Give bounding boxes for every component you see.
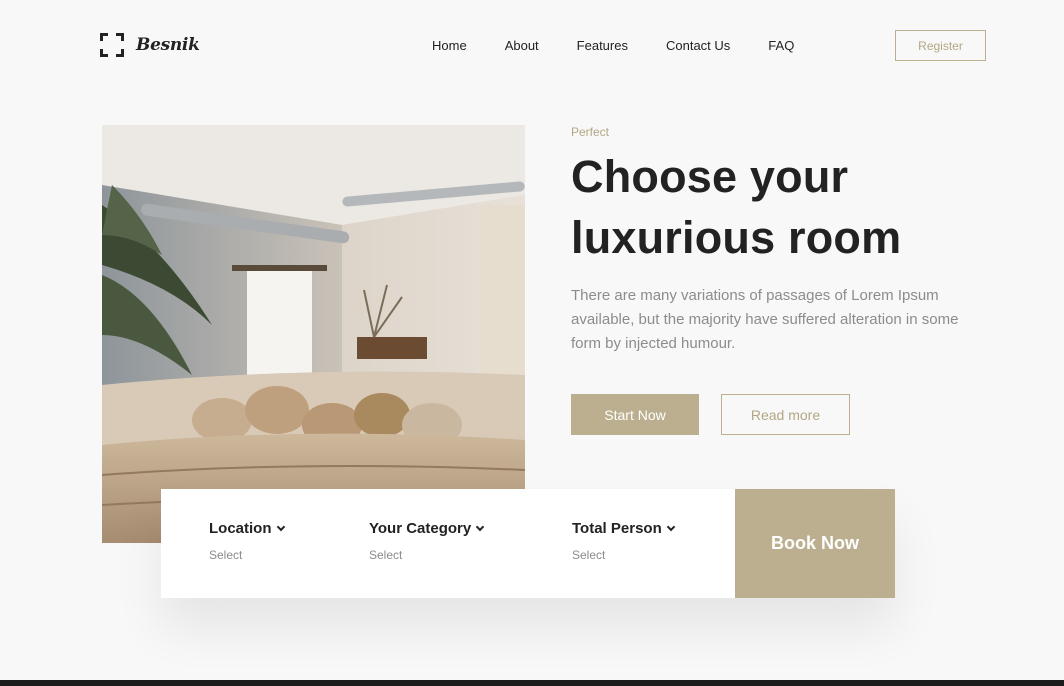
read-more-button[interactable]: Read more	[721, 394, 850, 435]
chevron-down-icon	[666, 522, 675, 532]
nav-about[interactable]: About	[505, 38, 539, 54]
hero-description: There are many variations of passages of…	[571, 287, 959, 352]
start-now-button[interactable]: Start Now	[571, 394, 699, 435]
main-nav: Home About Features Contact Us FAQ	[432, 38, 794, 54]
nav-faq[interactable]: FAQ	[768, 38, 794, 54]
hero-headline: Choose your luxurious room	[571, 151, 902, 263]
chevron-down-icon	[276, 522, 285, 532]
booking-bar: Location Select Your Category Select Tot…	[161, 489, 895, 598]
location-label: Location	[209, 520, 272, 537]
room-photo	[102, 125, 525, 543]
footer-strip	[0, 680, 1064, 686]
nav-features[interactable]: Features	[577, 38, 628, 54]
location-value: Select	[209, 548, 243, 562]
register-button[interactable]: Register	[895, 30, 986, 61]
nav-contact-us[interactable]: Contact Us	[666, 38, 730, 54]
category-value: Select	[369, 548, 403, 562]
total-person-value: Select	[572, 548, 606, 562]
book-now-button[interactable]: Book Now	[735, 489, 895, 598]
location-dropdown[interactable]: Location Select	[209, 520, 285, 562]
bracket-frame-icon	[100, 33, 124, 57]
brand-name: Besnik	[136, 35, 200, 55]
total-person-dropdown[interactable]: Total Person Select	[572, 520, 675, 562]
category-label: Your Category	[369, 520, 472, 537]
nav-home[interactable]: Home	[432, 38, 467, 54]
hero-eyebrow: Perfect	[571, 125, 610, 139]
total-person-label: Total Person	[572, 520, 662, 537]
brand-logo[interactable]: Besnik	[100, 33, 200, 57]
category-dropdown[interactable]: Your Category Select	[369, 520, 485, 562]
chevron-down-icon	[476, 522, 485, 532]
